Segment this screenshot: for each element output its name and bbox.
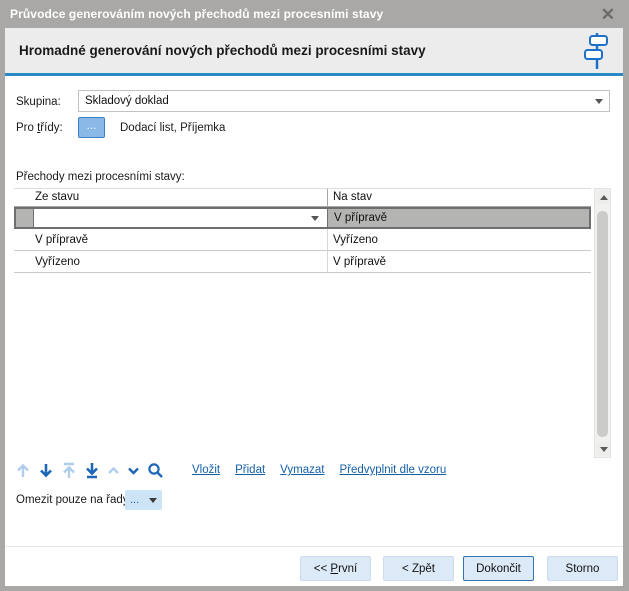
scrollbar-thumb[interactable] [597, 211, 608, 437]
column-header-to[interactable]: Na stav [333, 191, 372, 203]
move-first-icon[interactable] [61, 461, 77, 480]
title-bar: Průvodce generováním nových přechodů mez… [0, 0, 629, 28]
scrollbar-up-button[interactable] [597, 190, 610, 204]
classes-label: Pro třídy: [16, 122, 63, 134]
transitions-table: Ze stavu Na stav V přípravě V přípravě V… [14, 188, 591, 456]
wizard-dialog: Průvodce generováním nových přechodů mez… [0, 0, 629, 591]
from-state-value: V přípravě [35, 229, 88, 250]
scrollbar-down-button[interactable] [597, 442, 610, 456]
restrict-dropdown[interactable]: ... [125, 490, 162, 510]
table-actions: Vložit Přidat Vymazat Předvyplnit dle vz… [192, 464, 446, 476]
table-header-row: Ze stavu Na stav [14, 189, 591, 207]
search-icon[interactable] [147, 461, 164, 480]
chevron-down-icon [149, 498, 157, 503]
row-selector-handle[interactable] [16, 209, 34, 227]
cancel-button[interactable]: Storno [547, 556, 618, 581]
table-row[interactable]: V přípravě Vyřízeno [14, 229, 591, 251]
from-state-editor[interactable] [34, 209, 327, 227]
to-state-cell[interactable]: V přípravě [327, 209, 589, 227]
prefill-from-template-link[interactable]: Předvyplnit dle vzoru [339, 464, 446, 476]
back-button[interactable]: < Zpět [383, 556, 454, 581]
expand-down-icon[interactable] [127, 461, 140, 480]
column-divider [327, 229, 328, 250]
finish-button[interactable]: Dokončit [463, 556, 534, 581]
restrict-label: Omezit pouze na řady: [16, 494, 132, 506]
signpost-icon [583, 32, 609, 70]
to-state-value: Vyřízeno [333, 229, 378, 250]
window-title: Průvodce generováním nových přechodů mez… [10, 7, 597, 21]
collapse-up-icon[interactable] [107, 461, 120, 480]
first-button[interactable]: << První [300, 556, 371, 581]
add-link[interactable]: Přidat [235, 464, 265, 476]
table-scrollbar[interactable] [594, 188, 611, 458]
page-title: Hromadné generování nových přechodů mezi… [19, 43, 583, 58]
table-row-selected[interactable]: V přípravě [14, 207, 591, 229]
triangle-down-icon [600, 447, 608, 452]
column-header-from[interactable]: Ze stavu [35, 191, 79, 203]
wizard-header: Hromadné generování nových přechodů mezi… [5, 28, 623, 76]
transitions-label: Přechody mezi procesními stavy: [16, 171, 185, 183]
to-state-value: V přípravě [334, 212, 387, 224]
close-icon[interactable]: ✕ [597, 6, 619, 23]
column-divider [327, 189, 328, 207]
chevron-down-icon[interactable] [311, 216, 319, 221]
group-label: Skupina: [16, 96, 61, 108]
clear-link[interactable]: Vymazat [280, 464, 324, 476]
triangle-up-icon [600, 195, 608, 200]
table-row[interactable]: Vyřízeno V přípravě [14, 251, 591, 273]
row-toolbar [15, 461, 164, 480]
column-divider [327, 251, 328, 272]
footer-divider [5, 546, 623, 547]
move-down-icon[interactable] [38, 461, 54, 480]
to-state-value: V přípravě [333, 251, 386, 272]
insert-link[interactable]: Vložit [192, 464, 220, 476]
group-select[interactable]: Skladový doklad [78, 90, 610, 112]
chevron-down-icon [595, 99, 603, 104]
move-up-icon[interactable] [15, 461, 31, 480]
from-state-value: Vyřízeno [35, 251, 80, 272]
group-select-value: Skladový doklad [85, 95, 169, 107]
classes-picker-button[interactable]: ... [78, 117, 105, 138]
move-last-icon[interactable] [84, 461, 100, 480]
restrict-dropdown-value: ... [130, 495, 139, 505]
classes-value: Dodací list, Příjemka [120, 122, 225, 134]
